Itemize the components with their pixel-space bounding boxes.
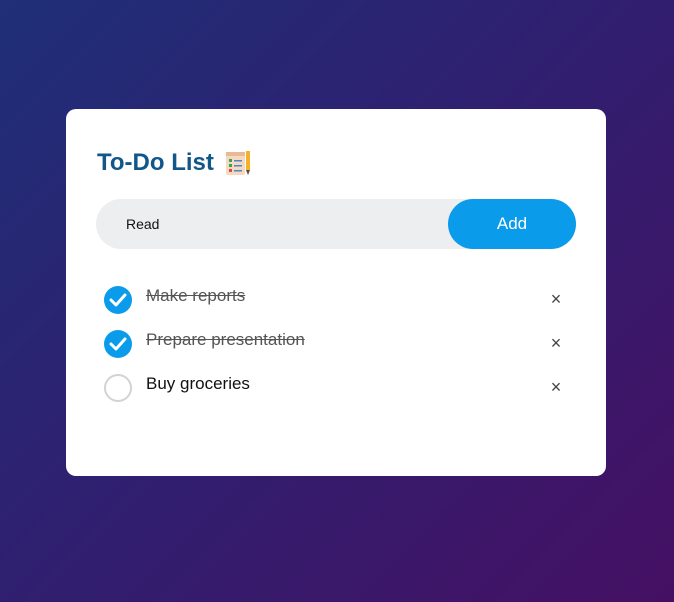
notepad-checklist-icon [224,149,252,177]
delete-icon[interactable]: × [546,377,566,397]
add-button[interactable]: Add [448,199,576,249]
task-item[interactable]: Buy groceries × [96,367,576,411]
task-input[interactable] [96,199,446,249]
task-text[interactable]: Prepare presentation [146,330,305,350]
task-item[interactable]: Make reports × [96,279,576,323]
checked-circle-icon[interactable] [104,286,132,314]
task-text[interactable]: Make reports [146,286,245,306]
task-list: Make reports × Prepare presentation × Bu… [96,279,576,411]
task-text[interactable]: Buy groceries [146,374,250,394]
unchecked-circle-icon[interactable] [104,374,132,402]
checked-circle-icon[interactable] [104,330,132,358]
delete-icon[interactable]: × [546,289,566,309]
task-item[interactable]: Prepare presentation × [96,323,576,367]
todo-card: To-Do List Add [66,109,606,476]
page-title: To-Do List [97,149,214,176]
delete-icon[interactable]: × [546,333,566,353]
add-task-row: Add [96,199,576,249]
title-row: To-Do List [97,149,252,177]
